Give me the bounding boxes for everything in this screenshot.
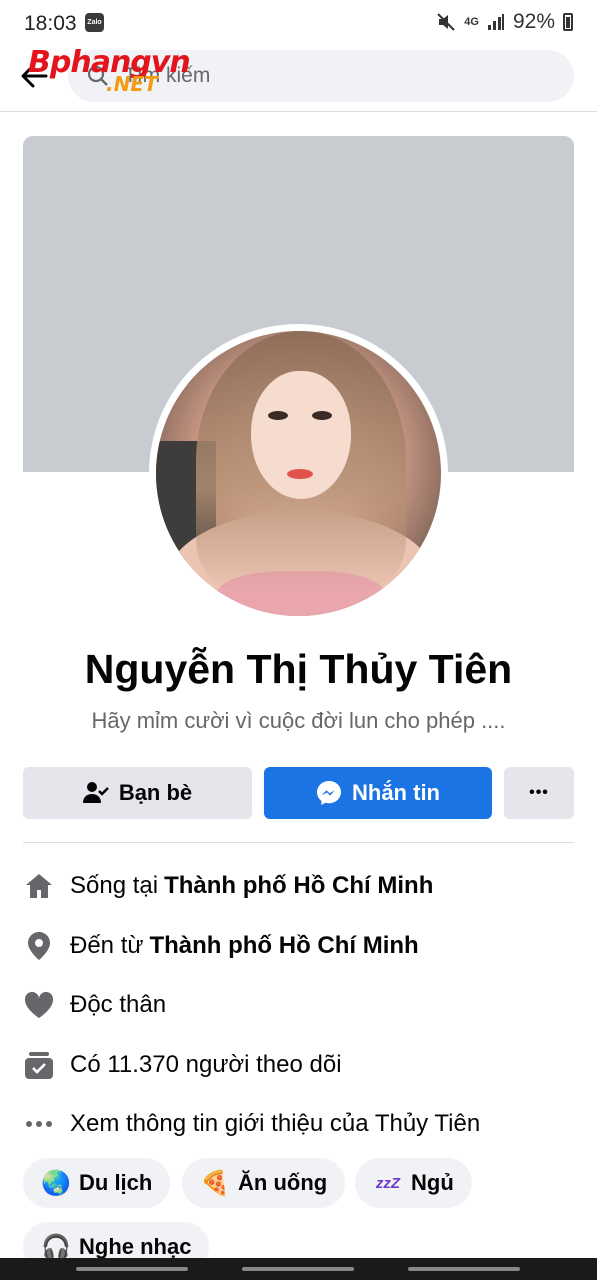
location-pin-icon: [23, 930, 55, 962]
hobby-label: Du lịch: [79, 1170, 153, 1195]
home-icon: [23, 870, 55, 902]
relationship-status: Độc thân: [70, 991, 167, 1018]
search-placeholder: Tìm kiếm: [124, 64, 211, 87]
nav-back[interactable]: [408, 1267, 520, 1271]
battery-percent: 92%: [512, 10, 555, 33]
avatar-eye-left: [268, 411, 288, 420]
hobby-chip-eating[interactable]: 🍕 Ăn uống: [182, 1158, 346, 1208]
status-time: 18:03: [24, 12, 77, 35]
pizza-icon: 🍕: [200, 1169, 230, 1197]
avatar-lips: [287, 469, 313, 479]
battery-icon: [563, 13, 573, 31]
more-button[interactable]: •••: [504, 767, 574, 819]
profile-bio: Hãy mỉm cười vì cuộc đời lun cho phép ..…: [91, 708, 506, 733]
messenger-icon: [317, 781, 341, 805]
signal-icon: [487, 14, 504, 30]
lives-in-prefix: Sống tại: [70, 872, 159, 899]
followers-icon: [23, 1049, 55, 1081]
search-field[interactable]: Tìm kiếm: [68, 50, 574, 102]
info-see-about[interactable]: Xem thông tin giới thiệu của Thủy Tiên: [23, 1106, 583, 1142]
info-lives-in[interactable]: Sống tại Thành phố Hồ Chí Minh: [23, 868, 583, 904]
info-followers[interactable]: Có 11.370 người theo dõi: [23, 1047, 583, 1083]
profile-name: Nguyễn Thị Thủy Tiên: [84, 646, 513, 692]
avatar-face: [251, 371, 351, 499]
status-bar: 18:03 Zalo 4G 92%: [0, 0, 597, 46]
globe-icon: 🌏: [41, 1169, 71, 1197]
zalo-notification-icon: Zalo: [85, 13, 104, 32]
nav-recents[interactable]: [76, 1267, 188, 1271]
sleep-icon: zzZ: [375, 1174, 401, 1192]
back-arrow-icon: [21, 64, 48, 88]
profile-avatar[interactable]: [149, 324, 448, 623]
info-relationship[interactable]: Độc thân: [23, 987, 583, 1023]
avatar-photo: [156, 331, 441, 616]
followers-count: Có 11.370 người theo dõi: [70, 1051, 342, 1078]
hobby-chip-sleep[interactable]: zzZ Ngủ: [355, 1158, 472, 1208]
status-indicators: 4G 92%: [436, 10, 573, 34]
heart-icon: [23, 989, 55, 1021]
see-about-text: Xem thông tin giới thiệu của Thủy Tiên: [70, 1110, 481, 1137]
top-nav: Tìm kiếm Bphangvn .NET: [0, 46, 597, 112]
more-dots-icon: •••: [529, 784, 549, 801]
message-button[interactable]: Nhắn tin: [264, 767, 492, 819]
from-city: Thành phố Hồ Chí Minh: [149, 932, 419, 959]
back-button[interactable]: [16, 58, 52, 94]
avatar-eye-right: [312, 411, 332, 420]
search-icon: [87, 65, 108, 86]
hobby-chip-travel[interactable]: 🌏 Du lịch: [23, 1158, 171, 1208]
friend-check-icon: [82, 782, 109, 803]
friends-button[interactable]: Bạn bè: [23, 767, 252, 819]
message-button-label: Nhắn tin: [352, 780, 440, 805]
hobby-label: Ăn uống: [238, 1170, 328, 1195]
friends-button-label: Bạn bè: [118, 780, 193, 805]
from-prefix: Đến từ: [70, 932, 144, 959]
system-nav-bar: [0, 1258, 597, 1280]
info-from[interactable]: Đến từ Thành phố Hồ Chí Minh: [23, 928, 583, 964]
nav-home[interactable]: [242, 1267, 354, 1271]
network-type: 4G: [464, 16, 479, 28]
divider: [23, 842, 574, 843]
mute-icon: [437, 13, 455, 31]
more-dots-info-icon: [23, 1108, 55, 1140]
hobby-label: Nghe nhạc: [79, 1234, 192, 1259]
lives-in-city: Thành phố Hồ Chí Minh: [164, 872, 434, 899]
hobby-label: Ngủ: [411, 1170, 454, 1195]
